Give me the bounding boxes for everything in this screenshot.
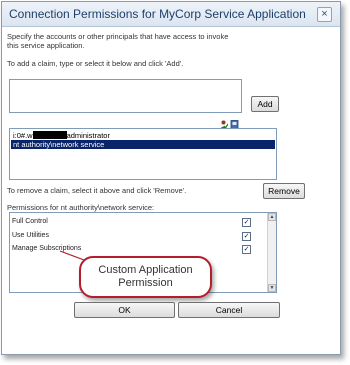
custom-permission-callout: Custom Application Permission xyxy=(79,256,212,298)
ok-button[interactable]: OK xyxy=(74,302,175,318)
dialog-window: Connection Permissions for MyCorp Servic… xyxy=(1,1,341,355)
cancel-button[interactable]: Cancel xyxy=(178,302,280,318)
callout-line-1: Custom Application xyxy=(98,264,193,276)
callout-line-2: Permission xyxy=(118,277,173,289)
